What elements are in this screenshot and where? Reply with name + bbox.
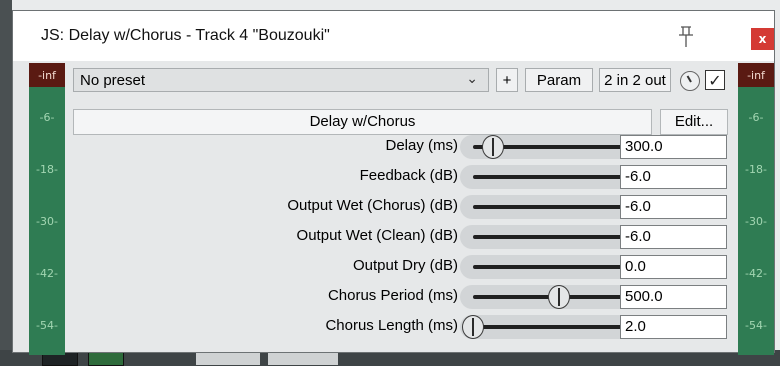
meter-mark: -6- bbox=[748, 111, 764, 124]
param-value-field[interactable]: -6.0 bbox=[620, 225, 727, 249]
edit-button[interactable]: Edit... bbox=[660, 109, 728, 135]
meter-mark: -42- bbox=[745, 267, 767, 280]
add-preset-button[interactable]: + bbox=[496, 68, 518, 92]
close-button[interactable]: x bbox=[751, 28, 774, 50]
param-row: Chorus Period (ms) 500.0 bbox=[73, 284, 728, 310]
meter-mark: -54- bbox=[745, 319, 767, 332]
host-button[interactable] bbox=[196, 353, 260, 365]
pin-icon[interactable] bbox=[675, 25, 697, 49]
param-label: Chorus Period (ms) bbox=[327, 287, 458, 304]
param-value-field[interactable]: 2.0 bbox=[620, 315, 727, 339]
param-value-field[interactable]: 300.0 bbox=[620, 135, 727, 159]
host-button[interactable] bbox=[88, 352, 124, 366]
param-row: Feedback (dB) -6.0 bbox=[73, 164, 728, 190]
param-row: Output Wet (Chorus) (dB) -6.0 bbox=[73, 194, 728, 220]
meter-mark: -54- bbox=[36, 319, 58, 332]
meter-mark: -42- bbox=[36, 267, 58, 280]
param-label: Delay (ms) bbox=[385, 137, 458, 154]
param-value-field[interactable]: 500.0 bbox=[620, 285, 727, 309]
param-label: Output Dry (dB) bbox=[352, 257, 458, 274]
meter-mark: -6- bbox=[39, 111, 55, 124]
preset-dropdown[interactable]: No preset ⌄ bbox=[73, 68, 489, 92]
meter-peak-label: -inf bbox=[29, 63, 65, 87]
host-track-strip bbox=[0, 0, 12, 366]
meter-mark: -18- bbox=[36, 163, 58, 176]
param-label: Feedback (dB) bbox=[359, 167, 458, 184]
param-label: Output Wet (Chorus) (dB) bbox=[287, 197, 458, 214]
param-value-field[interactable]: -6.0 bbox=[620, 195, 727, 219]
fx-window: JS: Delay w/Chorus - Track 4 "Bouzouki" … bbox=[12, 10, 775, 355]
wet-knob-icon[interactable] bbox=[680, 71, 700, 91]
preset-value: No preset bbox=[80, 72, 146, 89]
param-label: Output Wet (Clean) (dB) bbox=[296, 227, 458, 244]
meter-mark: -18- bbox=[745, 163, 767, 176]
meter-peak-label: -inf bbox=[738, 63, 774, 87]
param-label: Chorus Length (ms) bbox=[325, 317, 458, 334]
input-meter: -inf -6- -18- -30- -42- -54- bbox=[29, 63, 65, 355]
param-row: Output Dry (dB) 0.0 bbox=[73, 254, 728, 280]
param-value-field[interactable]: -6.0 bbox=[620, 165, 727, 189]
meter-mark: -30- bbox=[745, 215, 767, 228]
host-button[interactable] bbox=[268, 353, 338, 365]
chevron-down-icon: ⌄ bbox=[466, 71, 478, 87]
pin-connector-button[interactable]: 2 in 2 out bbox=[599, 68, 671, 92]
param-row: Delay (ms) 300.0 bbox=[73, 134, 728, 160]
param-row: Chorus Length (ms) 2.0 bbox=[73, 314, 728, 340]
param-row: Output Wet (Clean) (dB) -6.0 bbox=[73, 224, 728, 250]
title-bar[interactable]: JS: Delay w/Chorus - Track 4 "Bouzouki" … bbox=[13, 11, 774, 61]
param-value-field[interactable]: 0.0 bbox=[620, 255, 727, 279]
param-button[interactable]: Param bbox=[525, 68, 593, 92]
output-meter: -inf -6- -18- -30- -42- -54- bbox=[738, 63, 774, 355]
meter-mark: -30- bbox=[36, 215, 58, 228]
enable-checkbox[interactable]: ✓ bbox=[705, 70, 725, 90]
window-title: JS: Delay w/Chorus - Track 4 "Bouzouki" bbox=[41, 27, 330, 44]
checkmark-icon: ✓ bbox=[708, 70, 722, 90]
slider-thumb[interactable] bbox=[462, 315, 484, 339]
plugin-name: Delay w/Chorus bbox=[73, 109, 652, 135]
